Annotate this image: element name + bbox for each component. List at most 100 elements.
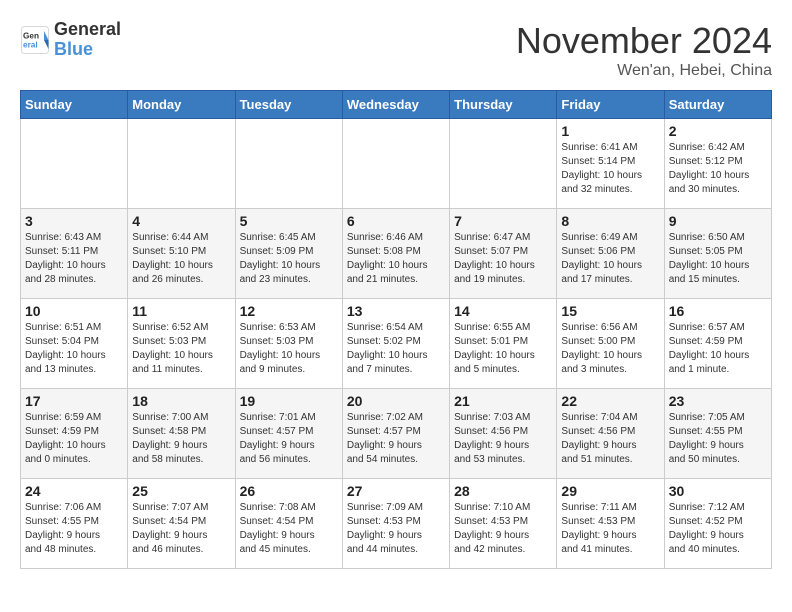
day-number: 30 <box>669 483 767 499</box>
day-info: Sunrise: 6:43 AM Sunset: 5:11 PM Dayligh… <box>25 231 123 287</box>
week-row-2: 3 Sunrise: 6:43 AM Sunset: 5:11 PM Daylig… <box>21 209 772 299</box>
day-info: Sunrise: 6:47 AM Sunset: 5:07 PM Dayligh… <box>454 231 552 287</box>
week-row-5: 24 Sunrise: 7:06 AM Sunset: 4:55 PM Dayli… <box>21 479 772 569</box>
day-cell: 4 Sunrise: 6:44 AM Sunset: 5:10 PM Daylig… <box>128 209 235 299</box>
day-cell <box>235 119 342 209</box>
svg-text:eral: eral <box>23 40 38 49</box>
day-number: 19 <box>240 393 338 409</box>
month-title: November 2024 <box>516 20 772 62</box>
logo: Gen eral General Blue <box>20 20 121 60</box>
day-cell: 13 Sunrise: 6:54 AM Sunset: 5:02 PM Dayli… <box>342 299 449 389</box>
day-number: 25 <box>132 483 230 499</box>
day-cell <box>128 119 235 209</box>
day-cell: 15 Sunrise: 6:56 AM Sunset: 5:00 PM Dayli… <box>557 299 664 389</box>
day-cell: 22 Sunrise: 7:04 AM Sunset: 4:56 PM Dayli… <box>557 389 664 479</box>
header-saturday: Saturday <box>664 91 771 119</box>
header-sunday: Sunday <box>21 91 128 119</box>
day-number: 16 <box>669 303 767 319</box>
day-number: 29 <box>561 483 659 499</box>
svg-text:Gen: Gen <box>23 31 39 40</box>
header-monday: Monday <box>128 91 235 119</box>
day-info: Sunrise: 6:46 AM Sunset: 5:08 PM Dayligh… <box>347 231 445 287</box>
day-info: Sunrise: 7:03 AM Sunset: 4:56 PM Dayligh… <box>454 411 552 467</box>
day-number: 4 <box>132 213 230 229</box>
day-number: 24 <box>25 483 123 499</box>
day-info: Sunrise: 7:04 AM Sunset: 4:56 PM Dayligh… <box>561 411 659 467</box>
day-info: Sunrise: 7:07 AM Sunset: 4:54 PM Dayligh… <box>132 501 230 557</box>
day-cell: 29 Sunrise: 7:11 AM Sunset: 4:53 PM Dayli… <box>557 479 664 569</box>
day-info: Sunrise: 7:09 AM Sunset: 4:53 PM Dayligh… <box>347 501 445 557</box>
calendar-table: SundayMondayTuesdayWednesdayThursdayFrid… <box>20 90 772 569</box>
day-info: Sunrise: 6:57 AM Sunset: 4:59 PM Dayligh… <box>669 321 767 377</box>
day-info: Sunrise: 7:06 AM Sunset: 4:55 PM Dayligh… <box>25 501 123 557</box>
logo-icon: Gen eral <box>20 25 50 55</box>
day-info: Sunrise: 7:11 AM Sunset: 4:53 PM Dayligh… <box>561 501 659 557</box>
day-number: 18 <box>132 393 230 409</box>
day-number: 13 <box>347 303 445 319</box>
day-cell: 28 Sunrise: 7:10 AM Sunset: 4:53 PM Dayli… <box>450 479 557 569</box>
day-cell: 11 Sunrise: 6:52 AM Sunset: 5:03 PM Dayli… <box>128 299 235 389</box>
day-number: 28 <box>454 483 552 499</box>
day-number: 22 <box>561 393 659 409</box>
day-cell <box>450 119 557 209</box>
day-cell: 3 Sunrise: 6:43 AM Sunset: 5:11 PM Daylig… <box>21 209 128 299</box>
day-cell: 25 Sunrise: 7:07 AM Sunset: 4:54 PM Dayli… <box>128 479 235 569</box>
day-number: 3 <box>25 213 123 229</box>
day-cell: 6 Sunrise: 6:46 AM Sunset: 5:08 PM Daylig… <box>342 209 449 299</box>
day-info: Sunrise: 6:41 AM Sunset: 5:14 PM Dayligh… <box>561 141 659 197</box>
day-cell: 26 Sunrise: 7:08 AM Sunset: 4:54 PM Dayli… <box>235 479 342 569</box>
logo-text: General Blue <box>54 20 121 60</box>
day-number: 17 <box>25 393 123 409</box>
day-cell: 5Sunrise: 6:45 AM Sunset: 5:09 PM Daylig… <box>235 209 342 299</box>
day-number: 14 <box>454 303 552 319</box>
header-friday: Friday <box>557 91 664 119</box>
day-number: 15 <box>561 303 659 319</box>
day-info: Sunrise: 6:45 AM Sunset: 5:09 PM Dayligh… <box>240 231 338 287</box>
day-cell: 8Sunrise: 6:49 AM Sunset: 5:06 PM Daylig… <box>557 209 664 299</box>
day-cell: 20Sunrise: 7:02 AM Sunset: 4:57 PM Dayli… <box>342 389 449 479</box>
day-cell <box>342 119 449 209</box>
day-number: 26 <box>240 483 338 499</box>
day-cell: 19 Sunrise: 7:01 AM Sunset: 4:57 PM Dayli… <box>235 389 342 479</box>
calendar-header-row: SundayMondayTuesdayWednesdayThursdayFrid… <box>21 91 772 119</box>
day-info: Sunrise: 7:01 AM Sunset: 4:57 PM Dayligh… <box>240 411 338 467</box>
day-number: 23 <box>669 393 767 409</box>
day-number: 20 <box>347 393 445 409</box>
day-info: Sunrise: 7:12 AM Sunset: 4:52 PM Dayligh… <box>669 501 767 557</box>
day-cell: 12Sunrise: 6:53 AM Sunset: 5:03 PM Dayli… <box>235 299 342 389</box>
day-info: Sunrise: 6:51 AM Sunset: 5:04 PM Dayligh… <box>25 321 123 377</box>
day-cell: 10 Sunrise: 6:51 AM Sunset: 5:04 PM Dayli… <box>21 299 128 389</box>
day-info: Sunrise: 6:52 AM Sunset: 5:03 PM Dayligh… <box>132 321 230 377</box>
day-cell: 27Sunrise: 7:09 AM Sunset: 4:53 PM Dayli… <box>342 479 449 569</box>
week-row-4: 17 Sunrise: 6:59 AM Sunset: 4:59 PM Dayli… <box>21 389 772 479</box>
day-cell: 18 Sunrise: 7:00 AM Sunset: 4:58 PM Dayli… <box>128 389 235 479</box>
day-number: 11 <box>132 303 230 319</box>
header-thursday: Thursday <box>450 91 557 119</box>
day-info: Sunrise: 6:54 AM Sunset: 5:02 PM Dayligh… <box>347 321 445 377</box>
day-cell: 16 Sunrise: 6:57 AM Sunset: 4:59 PM Dayli… <box>664 299 771 389</box>
day-number: 6 <box>347 213 445 229</box>
day-info: Sunrise: 6:50 AM Sunset: 5:05 PM Dayligh… <box>669 231 767 287</box>
day-info: Sunrise: 6:42 AM Sunset: 5:12 PM Dayligh… <box>669 141 767 197</box>
day-cell: 7Sunrise: 6:47 AM Sunset: 5:07 PM Daylig… <box>450 209 557 299</box>
day-cell: 1 Sunrise: 6:41 AM Sunset: 5:14 PM Daylig… <box>557 119 664 209</box>
day-number: 2 <box>669 123 767 139</box>
day-info: Sunrise: 7:00 AM Sunset: 4:58 PM Dayligh… <box>132 411 230 467</box>
day-cell: 21Sunrise: 7:03 AM Sunset: 4:56 PM Dayli… <box>450 389 557 479</box>
day-cell: 14 Sunrise: 6:55 AM Sunset: 5:01 PM Dayli… <box>450 299 557 389</box>
location: Wen'an, Hebei, China <box>516 62 772 80</box>
day-cell: 24 Sunrise: 7:06 AM Sunset: 4:55 PM Dayli… <box>21 479 128 569</box>
day-info: Sunrise: 6:55 AM Sunset: 5:01 PM Dayligh… <box>454 321 552 377</box>
day-info: Sunrise: 6:44 AM Sunset: 5:10 PM Dayligh… <box>132 231 230 287</box>
day-info: Sunrise: 7:08 AM Sunset: 4:54 PM Dayligh… <box>240 501 338 557</box>
day-cell: 23 Sunrise: 7:05 AM Sunset: 4:55 PM Dayli… <box>664 389 771 479</box>
week-row-1: 1 Sunrise: 6:41 AM Sunset: 5:14 PM Daylig… <box>21 119 772 209</box>
day-info: Sunrise: 6:59 AM Sunset: 4:59 PM Dayligh… <box>25 411 123 467</box>
day-cell <box>21 119 128 209</box>
day-cell: 30 Sunrise: 7:12 AM Sunset: 4:52 PM Dayli… <box>664 479 771 569</box>
day-number: 1 <box>561 123 659 139</box>
day-info: Sunrise: 7:05 AM Sunset: 4:55 PM Dayligh… <box>669 411 767 467</box>
day-info: Sunrise: 7:10 AM Sunset: 4:53 PM Dayligh… <box>454 501 552 557</box>
day-number: 10 <box>25 303 123 319</box>
day-info: Sunrise: 6:56 AM Sunset: 5:00 PM Dayligh… <box>561 321 659 377</box>
